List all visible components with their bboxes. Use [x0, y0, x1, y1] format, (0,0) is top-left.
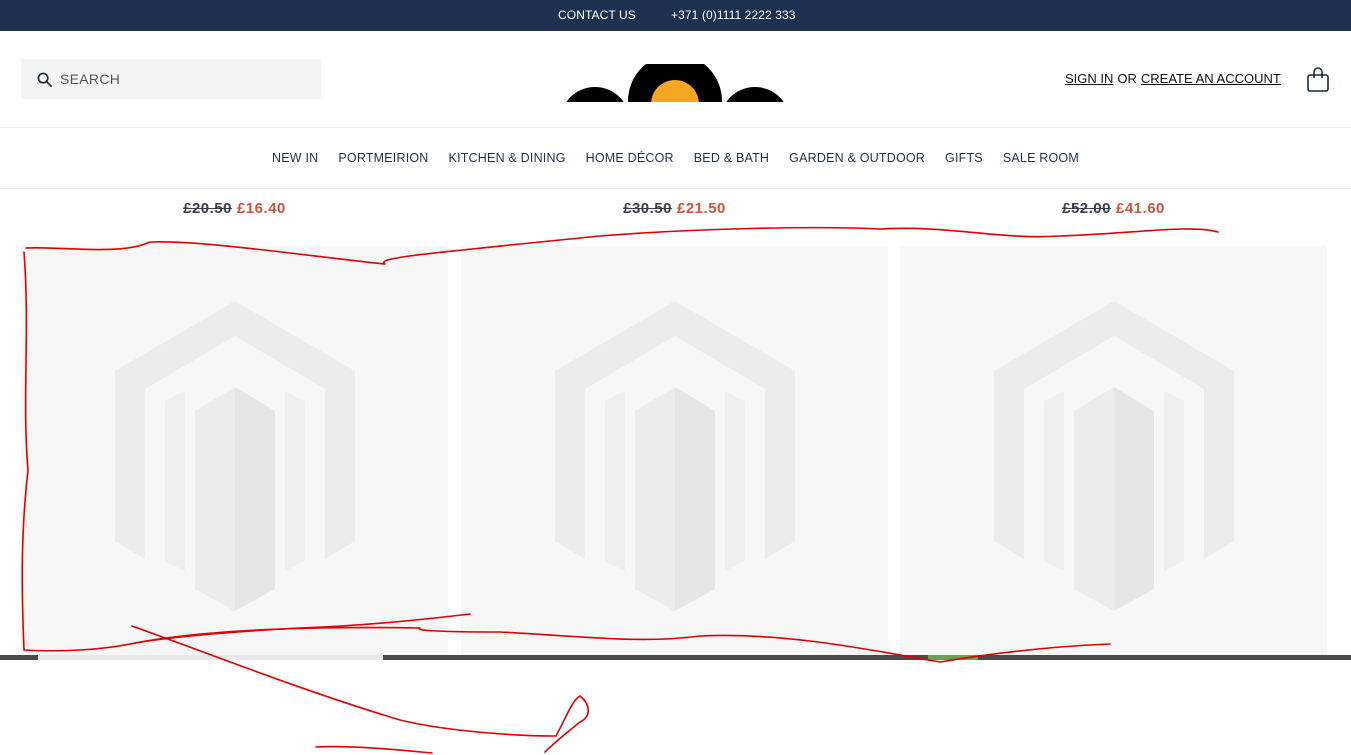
nav-item-home-decor[interactable]: HOME DÉCOR — [586, 151, 674, 165]
or-text: OR — [1117, 71, 1137, 86]
account-links: SIGN IN OR CREATE AN ACCOUNT — [1065, 71, 1281, 86]
search-box[interactable] — [21, 59, 321, 99]
nav-item-new-in[interactable]: NEW IN — [272, 151, 318, 165]
sale-price: £16.40 — [237, 200, 286, 217]
old-price: £30.50 — [623, 200, 672, 217]
nav-item-garden-outdoor[interactable]: GARDEN & OUTDOOR — [789, 151, 925, 165]
placeholder-image-icon — [114, 301, 355, 611]
product-card[interactable] — [21, 246, 448, 656]
phone-number[interactable]: +371 (0)1111 2222 333 — [671, 8, 796, 22]
product-card[interactable] — [900, 246, 1327, 656]
old-price: £20.50 — [183, 200, 232, 217]
header: SIGN IN OR CREATE AN ACCOUNT — [0, 31, 1351, 128]
contact-us-link[interactable]: CONTACT US — [558, 8, 636, 22]
nav-item-bed-bath[interactable]: BED & BATH — [694, 151, 769, 165]
search-input[interactable] — [60, 71, 300, 87]
product-card[interactable] — [461, 246, 888, 656]
nav-item-sale-room[interactable]: SALE ROOM — [1003, 151, 1079, 165]
create-account-link[interactable]: CREATE AN ACCOUNT — [1141, 71, 1281, 86]
nav-item-portmeirion[interactable]: PORTMEIRION — [338, 151, 428, 165]
horizontal-scrollbar[interactable] — [0, 655, 1351, 660]
sale-price: £41.60 — [1116, 200, 1165, 217]
sign-in-link[interactable]: SIGN IN — [1065, 71, 1113, 86]
sale-price: £21.50 — [677, 200, 726, 217]
shopping-bag-icon[interactable] — [1306, 67, 1330, 93]
nav-item-gifts[interactable]: GIFTS — [945, 151, 983, 165]
search-icon[interactable] — [37, 72, 52, 87]
old-price: £52.00 — [1062, 200, 1111, 217]
scrollbar-thumb[interactable] — [38, 655, 383, 660]
site-logo[interactable] — [560, 64, 790, 102]
main-navigation: NEW IN PORTMEIRION KITCHEN & DINING HOME… — [0, 128, 1351, 189]
top-bar: CONTACT US +371 (0)1111 2222 333 — [0, 0, 1351, 31]
placeholder-image-icon — [554, 301, 795, 611]
product-price: £52.00 £41.60 — [900, 200, 1327, 217]
scrollbar-highlight — [928, 655, 978, 660]
placeholder-image-icon — [993, 301, 1234, 611]
product-price: £20.50 £16.40 — [21, 200, 448, 217]
nav-item-kitchen-dining[interactable]: KITCHEN & DINING — [449, 151, 566, 165]
product-price: £30.50 £21.50 — [461, 200, 888, 217]
